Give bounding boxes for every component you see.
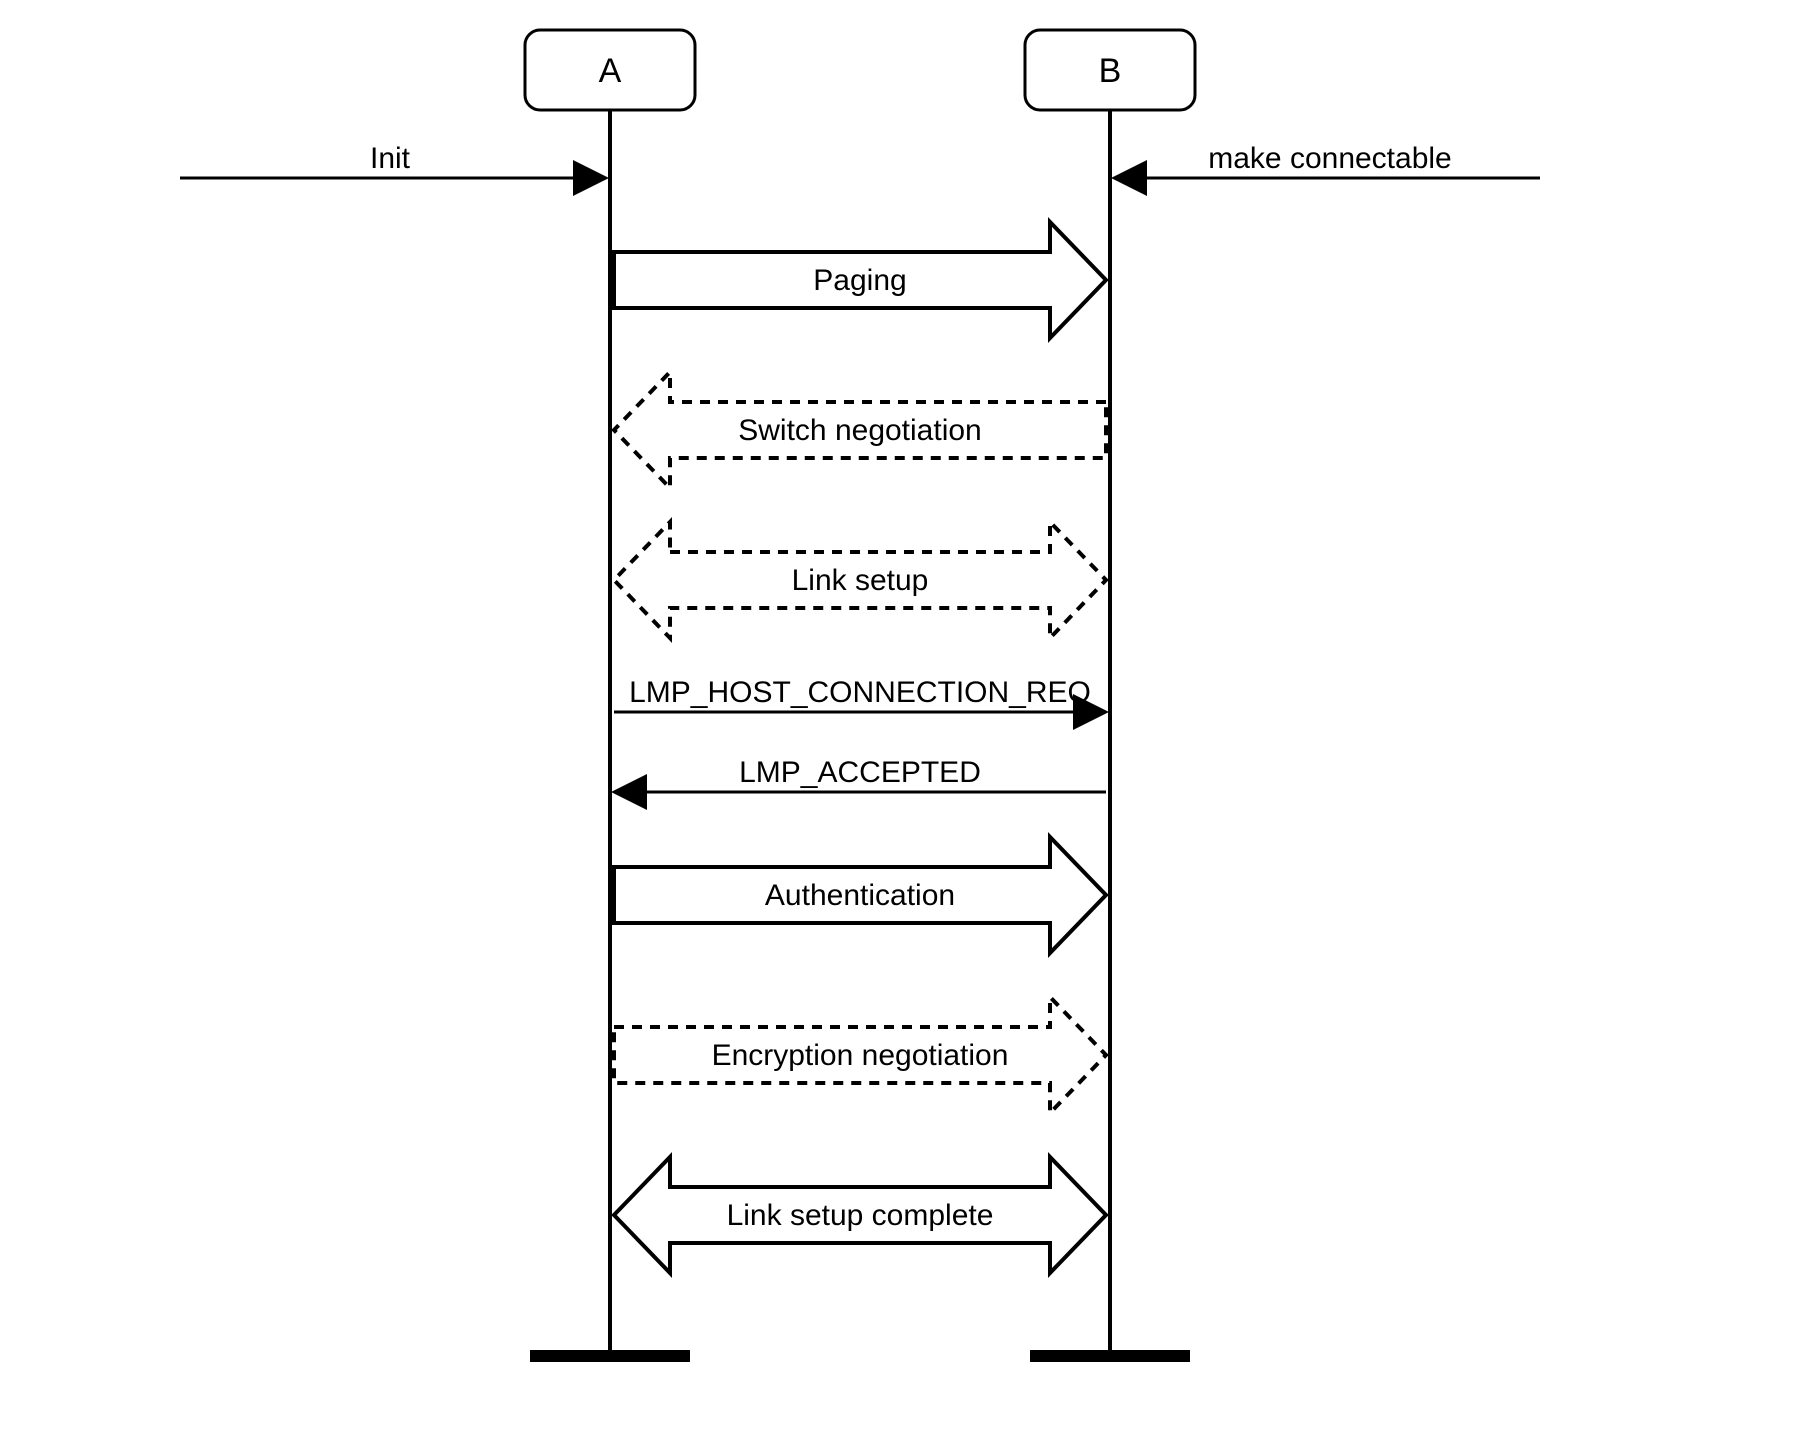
msg-switch-neg-label: Switch negotiation xyxy=(738,414,982,447)
sequence-diagram: A B Init make connectable Paging Switch … xyxy=(0,0,1808,1439)
msg-enc-neg-label: Encryption negotiation xyxy=(712,1039,1009,1072)
msg-init-label: Init xyxy=(370,142,411,175)
actor-B-label: B xyxy=(1099,52,1122,90)
msg-paging-label: Paging xyxy=(813,264,906,297)
msg-host-conn-req-label: LMP_HOST_CONNECTION_REQ xyxy=(629,676,1091,709)
msg-complete-label: Link setup complete xyxy=(727,1199,994,1232)
actor-A-label: A xyxy=(599,52,622,90)
msg-link-setup: Link setup xyxy=(614,522,1106,638)
msg-encryption-negotiation: Encryption negotiation xyxy=(614,997,1106,1113)
lifeline-A-end xyxy=(530,1350,690,1362)
msg-link-setup-complete: Link setup complete xyxy=(614,1157,1106,1273)
msg-switch-negotiation: Switch negotiation xyxy=(614,372,1106,488)
actor-A: A xyxy=(525,30,695,110)
actor-B: B xyxy=(1025,30,1195,110)
msg-accepted-label: LMP_ACCEPTED xyxy=(739,756,981,789)
msg-authentication: Authentication xyxy=(614,837,1106,953)
msg-link-setup-label: Link setup xyxy=(792,564,929,597)
msg-paging: Paging xyxy=(614,222,1106,338)
msg-auth-label: Authentication xyxy=(765,879,955,912)
msg-make-connectable-label: make connectable xyxy=(1208,142,1452,175)
lifeline-B-end xyxy=(1030,1350,1190,1362)
